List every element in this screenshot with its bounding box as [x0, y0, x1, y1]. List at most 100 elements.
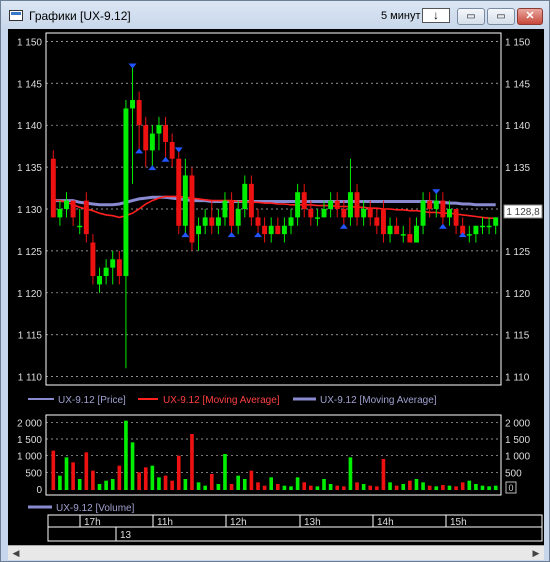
volume-bar [275, 484, 280, 490]
price-tick-right: 1 140 [505, 121, 530, 132]
volume-bar [328, 484, 333, 490]
candle-body [64, 200, 69, 209]
candle-body [156, 125, 162, 134]
sell-marker [253, 232, 262, 238]
scroll-left-arrow-icon[interactable]: ◀ [8, 546, 24, 560]
volume-bar [137, 472, 141, 490]
price-grid [46, 41, 501, 377]
candle-body [493, 217, 499, 226]
restore-button[interactable]: ▭ [487, 8, 515, 25]
candle-body [341, 209, 347, 218]
scroll-right-arrow-icon[interactable]: ▶ [528, 546, 544, 560]
candle-body [427, 200, 433, 209]
candle-body [70, 200, 76, 218]
candle-body [321, 209, 327, 218]
candle-body [480, 225, 485, 228]
candle-body [433, 200, 439, 209]
volume-bar [163, 475, 168, 490]
volume-bar [480, 485, 485, 490]
candle-body [334, 200, 340, 209]
candle-body [202, 217, 208, 226]
volume-bars [51, 420, 498, 490]
candle-body [57, 209, 63, 218]
close-button[interactable]: ✕ [517, 8, 543, 25]
candle-body [83, 200, 89, 235]
sell-marker [161, 156, 170, 162]
time-label: 17h [84, 517, 101, 528]
candle-body [361, 209, 367, 218]
candle-body [255, 217, 261, 226]
volume-bar [64, 457, 69, 490]
sell-marker [135, 148, 144, 154]
price-tick-right: 1 110 [505, 373, 530, 384]
volume-bar [441, 485, 445, 490]
candle-body [90, 242, 96, 277]
volume-bar [183, 479, 188, 490]
candle-body [374, 217, 380, 226]
legend-price-label: UX-9.12 [Price] [58, 395, 126, 406]
candle-body [275, 225, 281, 235]
candle-body [380, 209, 386, 235]
timeframe-dropdown-button[interactable]: ↓ [422, 8, 450, 23]
chart-area[interactable]: 1 150 1 150 1 145 1 145 1 140 1 140 1 135 1 135… [8, 29, 544, 545]
price-tick-left: 1 125 [17, 247, 42, 258]
candle-body [248, 183, 254, 218]
candle-body [149, 133, 155, 151]
volume-bar [84, 452, 89, 490]
candle-body [447, 209, 452, 218]
minimize-icon: ▭ [466, 11, 476, 22]
volume-bar [130, 442, 135, 490]
minimize-button[interactable]: ▭ [457, 8, 485, 25]
candle-body [242, 183, 248, 209]
volume-bar [143, 467, 148, 490]
volume-bar [110, 479, 115, 490]
candle-body [222, 200, 228, 218]
candle-body [130, 100, 136, 109]
candle-body [229, 200, 235, 226]
volume-bar [209, 474, 214, 490]
candle-body [268, 225, 274, 235]
restore-icon: ▭ [496, 11, 506, 22]
price-tick-left: 1 150 [17, 37, 42, 48]
candle-body [281, 225, 287, 235]
volume-bar [295, 477, 300, 490]
volume-tick-left: 2 000 [17, 418, 42, 429]
candle-body [116, 259, 122, 277]
candle-body [196, 225, 202, 235]
volume-bar [196, 482, 201, 490]
title-bar[interactable]: Графики [UX-9.12] 5 минут ↓ ▭ ▭ ✕ [1, 1, 549, 31]
volume-bar [487, 486, 491, 490]
price-tick-right: 1 125 [505, 247, 530, 258]
volume-bar [236, 475, 240, 490]
volume-bar [493, 485, 498, 490]
volume-tick-left: 0 [36, 485, 42, 496]
sell-marker [339, 223, 348, 229]
volume-bar [97, 484, 102, 490]
price-tick-left: 1 135 [17, 163, 42, 174]
candle-body [354, 192, 360, 218]
price-tick-left: 1 120 [17, 289, 42, 300]
volume-bar [361, 484, 366, 490]
time-label: 11h [157, 517, 173, 528]
candle-body [50, 158, 56, 218]
volume-bar [348, 457, 353, 490]
volume-bar [104, 480, 108, 490]
candle-body [387, 225, 393, 235]
volume-bar [460, 482, 465, 490]
volume-bar [447, 485, 452, 490]
chart-window-icon [9, 10, 23, 21]
time-label: 12h [230, 517, 247, 528]
volume-bar [434, 486, 439, 490]
candle-body [295, 192, 301, 218]
sell-marker [227, 232, 236, 238]
candle-body [176, 158, 182, 226]
candle-body [407, 234, 413, 243]
volume-bar [401, 484, 406, 490]
buy-marker [432, 189, 441, 195]
candle-body [394, 225, 400, 235]
timeframe-label: 5 минут [381, 10, 421, 22]
volume-bar [150, 465, 155, 490]
candle-body [189, 175, 195, 243]
horizontal-scrollbar[interactable]: ◀ ▶ [8, 545, 544, 560]
chart-svg: 1 150 1 150 1 145 1 145 1 140 1 140 1 135 1 135… [17, 32, 543, 542]
